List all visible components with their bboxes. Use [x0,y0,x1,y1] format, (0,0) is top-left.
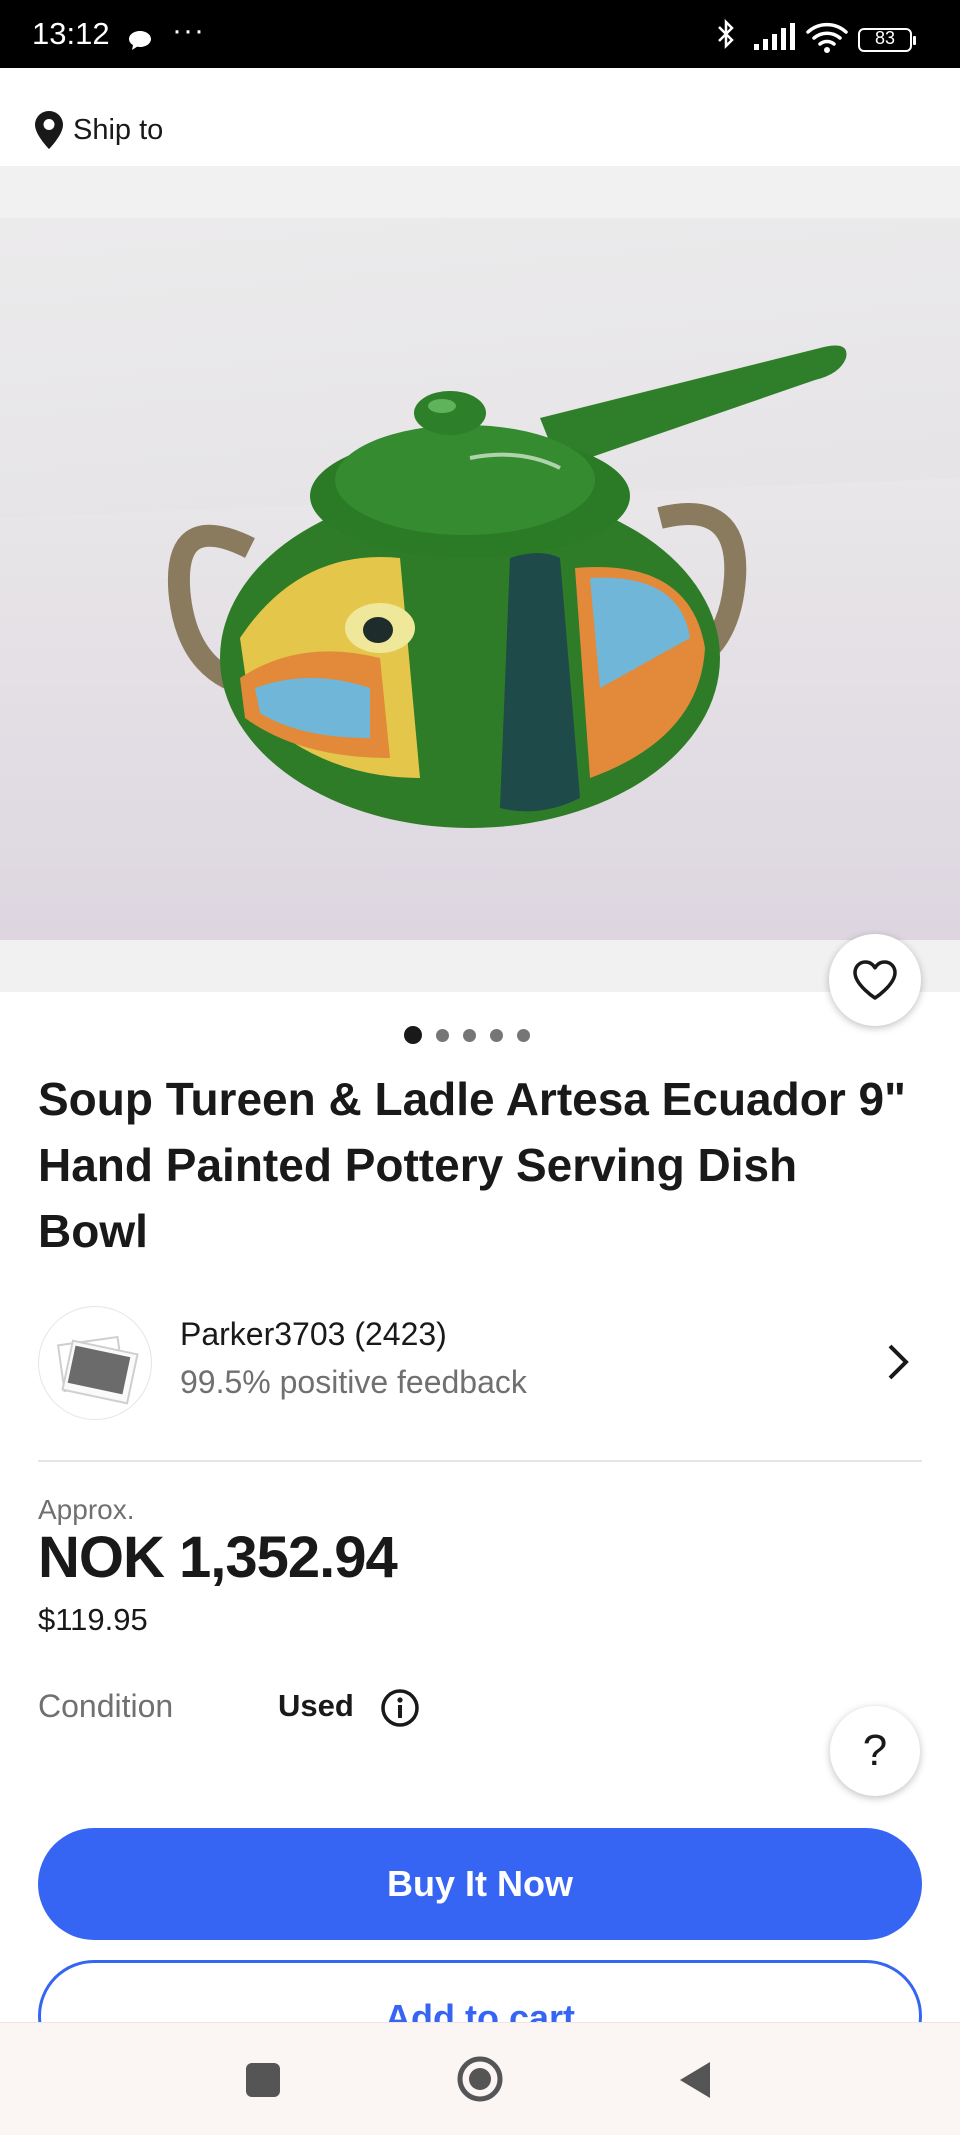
status-more-icon: ··· [172,14,205,47]
seller-name: Parker3703 (2423) [180,1316,447,1352]
seller-row[interactable]: Parker3703 (2423) 99.5% positive feedbac… [38,1306,922,1420]
gallery-top-band [0,166,960,218]
pager-dot[interactable] [463,1028,476,1042]
pager-dot[interactable] [517,1028,530,1042]
divider [38,1460,922,1462]
image-pager[interactable] [404,1026,530,1044]
chevron-right-icon [888,1344,909,1380]
pager-dot[interactable] [490,1028,503,1042]
battery-icon: 83 [858,28,916,52]
product-image[interactable] [0,218,960,940]
battery-level: 83 [874,28,896,48]
buy-it-now-button[interactable]: Buy It Now [38,1828,922,1940]
listing-title: Soup Tureen & Ladle Artesa Ecuador 9" Ha… [38,1073,906,1257]
signal-icon [754,23,795,50]
condition-label: Condition [38,1688,174,1724]
ship-to-bar[interactable]: Ship to [0,68,960,166]
back-button[interactable] [676,2059,714,2101]
wifi-icon [806,22,848,53]
photo-placeholder-icon [56,1335,139,1405]
gallery-bottom-band [0,940,960,992]
location-pin-icon [35,111,63,149]
help-button[interactable]: ? [830,1706,920,1796]
price-local: NOK 1,352.94 [38,1525,398,1590]
condition-value: Used [278,1688,354,1723]
ship-to-label: Ship to [73,114,164,146]
price-usd: $119.95 [38,1602,148,1637]
system-nav-bar [0,2022,960,2135]
seller-avatar [38,1306,152,1420]
status-time: 13:12 [32,16,110,51]
seller-feedback: 99.5% positive feedback [180,1364,527,1400]
info-icon[interactable] [380,1688,420,1728]
chat-bubble-icon [129,31,151,50]
tureen-illustration [0,345,960,940]
heart-icon [853,960,897,1000]
status-bar: 13:12 ··· 83 [0,0,960,68]
home-button[interactable] [456,2055,504,2103]
pager-dot[interactable] [404,1026,422,1044]
bluetooth-icon [718,18,734,50]
approx-label: Approx. [38,1494,135,1525]
pager-dot[interactable] [436,1028,449,1042]
watchlist-button[interactable] [829,934,921,1026]
recents-button[interactable] [246,2063,280,2097]
